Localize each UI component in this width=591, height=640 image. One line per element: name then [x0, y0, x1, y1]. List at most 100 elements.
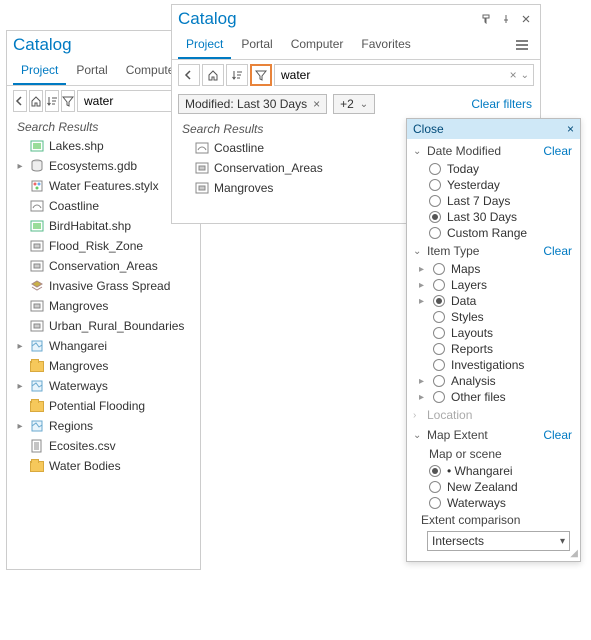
- tab-computer[interactable]: Computer: [283, 33, 352, 59]
- filter-option[interactable]: ▸Other files: [411, 389, 576, 405]
- filter-option[interactable]: Last 7 Days: [411, 193, 576, 209]
- chevron-right-icon[interactable]: ▸: [419, 376, 427, 387]
- list-item[interactable]: Coastline: [11, 196, 196, 216]
- section-header[interactable]: › Location: [411, 405, 576, 425]
- section-header[interactable]: ⌄ Map Extent Clear: [411, 425, 576, 445]
- list-item[interactable]: Water Bodies: [11, 456, 196, 476]
- list-item[interactable]: BirdHabitat.shp: [11, 216, 196, 236]
- filter-option[interactable]: Yesterday: [411, 177, 576, 193]
- clear-link[interactable]: Clear: [543, 144, 574, 158]
- list-item[interactable]: Mangroves: [11, 296, 196, 316]
- section-header[interactable]: ⌄ Date Modified Clear: [411, 141, 576, 161]
- radio-icon[interactable]: [433, 343, 445, 355]
- radio-icon[interactable]: [429, 497, 441, 509]
- sort-icon[interactable]: [226, 64, 248, 86]
- list-item[interactable]: ▸Regions: [11, 416, 196, 436]
- list-item[interactable]: ▸Waterways: [11, 376, 196, 396]
- item-label: Flood_Risk_Zone: [49, 239, 143, 253]
- radio-icon[interactable]: [433, 375, 445, 387]
- clear-link[interactable]: Clear: [543, 244, 574, 258]
- filter-option[interactable]: Styles: [411, 309, 576, 325]
- search-box-right[interactable]: × ⌄: [274, 64, 534, 86]
- radio-icon[interactable]: [433, 311, 445, 323]
- sort-icon[interactable]: [45, 90, 59, 112]
- extent-comparison-select[interactable]: Intersects ▾: [427, 531, 570, 551]
- section-header[interactable]: ⌄ Item Type Clear: [411, 241, 576, 261]
- tab-favorites[interactable]: Favorites: [353, 33, 418, 59]
- list-item[interactable]: Invasive Grass Spread: [11, 276, 196, 296]
- tab-portal[interactable]: Portal: [68, 59, 115, 85]
- filter-chip-modified[interactable]: Modified: Last 30 Days ×: [178, 94, 327, 114]
- radio-icon[interactable]: [433, 327, 445, 339]
- filter-icon[interactable]: [61, 90, 75, 112]
- menu-icon[interactable]: [514, 37, 530, 53]
- pin-icon[interactable]: [498, 11, 514, 27]
- expand-icon[interactable]: ▸: [15, 421, 25, 432]
- list-item[interactable]: Water Features.stylx: [11, 176, 196, 196]
- filter-option[interactable]: Custom Range: [411, 225, 576, 241]
- radio-icon[interactable]: [433, 263, 445, 275]
- chevron-right-icon[interactable]: ▸: [419, 280, 427, 291]
- expand-icon[interactable]: ▸: [15, 341, 25, 352]
- filter-option[interactable]: • Whangarei: [411, 463, 576, 479]
- radio-icon[interactable]: [433, 391, 445, 403]
- home-icon[interactable]: [29, 90, 43, 112]
- filter-option[interactable]: ▸Maps: [411, 261, 576, 277]
- filter-panel-title[interactable]: Close: [413, 122, 567, 136]
- filter-option[interactable]: Reports: [411, 341, 576, 357]
- close-icon[interactable]: ×: [567, 122, 574, 136]
- radio-icon[interactable]: [429, 481, 441, 493]
- filter-option[interactable]: Investigations: [411, 357, 576, 373]
- chevron-right-icon[interactable]: ▸: [419, 264, 427, 275]
- filter-option[interactable]: ▸Data: [411, 293, 576, 309]
- filter-chip-more[interactable]: +2 ⌄: [333, 94, 375, 114]
- resize-grip-icon[interactable]: ◢: [570, 548, 578, 559]
- radio-icon[interactable]: [433, 359, 445, 371]
- clear-filters-link[interactable]: Clear filters: [471, 97, 540, 111]
- list-item[interactable]: Ecosites.csv: [11, 436, 196, 456]
- list-item[interactable]: Conservation_Areas: [11, 256, 196, 276]
- radio-icon[interactable]: [433, 295, 445, 307]
- filter-option[interactable]: Last 30 Days: [411, 209, 576, 225]
- radio-icon[interactable]: [433, 279, 445, 291]
- list-item[interactable]: Potential Flooding: [11, 396, 196, 416]
- radio-icon[interactable]: [429, 211, 441, 223]
- chevron-right-icon[interactable]: ▸: [419, 296, 427, 307]
- search-input-right[interactable]: [279, 67, 506, 83]
- autohide-icon[interactable]: [478, 11, 494, 27]
- list-item[interactable]: Mangroves: [11, 356, 196, 376]
- radio-icon[interactable]: [429, 227, 441, 239]
- filter-icon[interactable]: [250, 64, 272, 86]
- layer-icon: [29, 278, 45, 294]
- featureclass-poly-icon: [29, 318, 45, 334]
- list-item[interactable]: ▸Whangarei: [11, 336, 196, 356]
- filter-option[interactable]: Waterways: [411, 495, 576, 511]
- chip-remove-icon[interactable]: ×: [313, 97, 320, 111]
- tab-portal[interactable]: Portal: [233, 33, 280, 59]
- home-icon[interactable]: [202, 64, 224, 86]
- chevron-down-icon[interactable]: ⌄: [521, 70, 529, 81]
- radio-icon[interactable]: [429, 163, 441, 175]
- search-clear-icon[interactable]: ×: [510, 68, 517, 82]
- filter-option[interactable]: ▸Layers: [411, 277, 576, 293]
- tab-project[interactable]: Project: [13, 59, 66, 85]
- close-icon[interactable]: [518, 11, 534, 27]
- radio-icon[interactable]: [429, 465, 441, 477]
- expand-icon[interactable]: ▸: [15, 161, 25, 172]
- back-button[interactable]: [178, 64, 200, 86]
- expand-icon[interactable]: ▸: [15, 381, 25, 392]
- filter-option[interactable]: ▸Analysis: [411, 373, 576, 389]
- tab-project[interactable]: Project: [178, 33, 231, 59]
- filter-option[interactable]: New Zealand: [411, 479, 576, 495]
- filter-option[interactable]: Layouts: [411, 325, 576, 341]
- radio-icon[interactable]: [429, 195, 441, 207]
- list-item[interactable]: Flood_Risk_Zone: [11, 236, 196, 256]
- radio-icon[interactable]: [429, 179, 441, 191]
- list-item[interactable]: Lakes.shp: [11, 136, 196, 156]
- chevron-right-icon[interactable]: ▸: [419, 392, 427, 403]
- back-button[interactable]: [13, 90, 27, 112]
- clear-link[interactable]: Clear: [543, 428, 574, 442]
- list-item[interactable]: ▸Ecosystems.gdb: [11, 156, 196, 176]
- list-item[interactable]: Urban_Rural_Boundaries: [11, 316, 196, 336]
- filter-option[interactable]: Today: [411, 161, 576, 177]
